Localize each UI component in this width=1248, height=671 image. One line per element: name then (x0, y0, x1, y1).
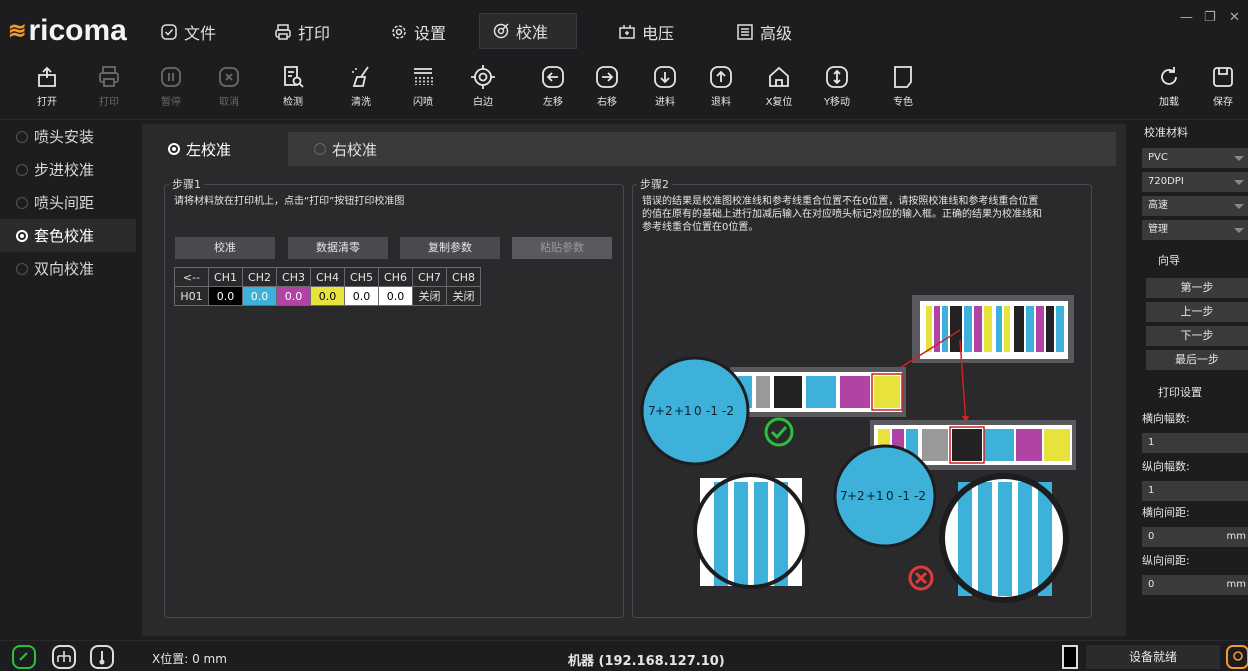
ink-level-icon (1062, 645, 1078, 669)
next-step-button[interactable]: 下一步 (1146, 326, 1248, 346)
h-count-field[interactable]: 1 (1142, 433, 1248, 453)
scale-label: -1 (898, 489, 910, 503)
material-legend: 校准材料 (1144, 126, 1188, 139)
scale-label: -1 (706, 404, 718, 418)
last-step-button[interactable]: 最后一步 (1146, 350, 1248, 370)
scale-label: +2 (847, 489, 865, 503)
link-icon[interactable] (12, 645, 36, 669)
ok-check-icon (764, 417, 794, 447)
thermometer-icon[interactable] (90, 645, 114, 669)
machine-address: 机器 (192.168.127.10) (568, 654, 725, 669)
error-x-icon (908, 565, 934, 591)
status-bar: X位置: 0 mm 机器 (192.168.127.10) 设备就绪 (0, 640, 1248, 671)
h-gap-label: 横向间距: (1142, 506, 1190, 519)
prev-step-button[interactable]: 上一步 (1146, 302, 1248, 322)
light-bulb-icon[interactable] (1226, 645, 1248, 669)
guide-legend: 向导 (1158, 254, 1180, 267)
manage-select[interactable]: 管理 (1142, 220, 1248, 240)
scale-label: -2 (722, 404, 734, 418)
status-icons (12, 645, 114, 669)
calibration-illustration: 7 +2 +1 0 -1 -2 7 +2 +1 0 -1 -2 (640, 295, 1076, 603)
v-count-field[interactable]: 1 (1142, 481, 1248, 501)
scale-label: 0 (886, 489, 894, 503)
v-gap-label: 纵向间距: (1142, 554, 1190, 567)
v-gap-field[interactable]: 0 mm (1142, 575, 1248, 595)
correct-strip (730, 367, 906, 417)
scale-label: +2 (655, 404, 673, 418)
h-gap-field[interactable]: 0 mm (1142, 527, 1248, 547)
scale-label: 0 (694, 404, 702, 418)
print-settings-legend: 打印设置 (1158, 386, 1202, 399)
network-icon[interactable] (52, 645, 76, 669)
scale-label: +1 (866, 489, 884, 503)
sample-print-image (912, 295, 1074, 363)
first-step-button[interactable]: 第一步 (1146, 278, 1248, 298)
h-count-label: 横向幅数: (1142, 412, 1190, 425)
dpi-select[interactable]: 720DPI (1142, 172, 1248, 192)
scale-label: -2 (914, 489, 926, 503)
x-position-readout: X位置: 0 mm (152, 652, 227, 666)
v-count-label: 纵向幅数: (1142, 460, 1190, 473)
scale-label: +1 (674, 404, 692, 418)
material-select[interactable]: PVC (1142, 148, 1248, 168)
device-status: 设备就绪 (1086, 645, 1220, 669)
speed-select[interactable]: 高速 (1142, 196, 1248, 216)
